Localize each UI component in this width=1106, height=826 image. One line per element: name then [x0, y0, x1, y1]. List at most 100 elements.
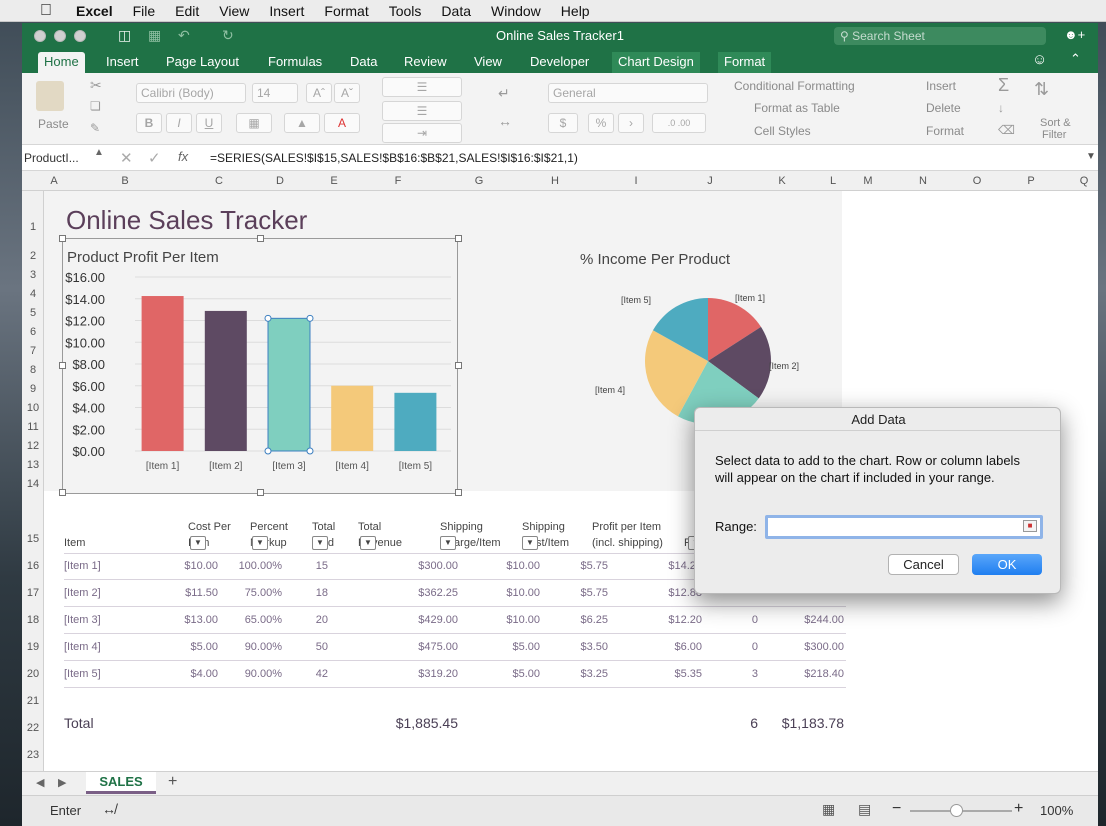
font-family-select[interactable]: Calibri (Body)	[136, 83, 246, 103]
column-header-o[interactable]: O	[950, 175, 1004, 187]
add-sheet-button[interactable]: +	[168, 773, 177, 791]
bar[interactable]	[331, 385, 374, 451]
cell-styles-button[interactable]: Cell Styles	[754, 124, 811, 138]
font-color-icon[interactable]: A	[324, 113, 360, 133]
table-cell[interactable]: 3	[704, 668, 758, 680]
column-header-f[interactable]: F	[358, 175, 438, 187]
table-cell[interactable]: $5.00	[460, 668, 540, 680]
row-header[interactable]: 15	[22, 533, 44, 545]
table-cell[interactable]: $429.00	[330, 614, 458, 626]
row-header[interactable]: 14	[22, 478, 44, 490]
table-cell[interactable]: $5.00	[460, 641, 540, 653]
zoom-out-icon[interactable]: −	[892, 800, 901, 818]
font-size-select[interactable]: 14	[252, 83, 298, 103]
apple-icon[interactable]: 	[40, 2, 60, 20]
menu-format[interactable]: Format	[324, 3, 368, 19]
column-header-j[interactable]: J	[682, 175, 738, 187]
resize-handle[interactable]	[59, 235, 66, 242]
table-cell[interactable]: $300.00	[330, 560, 458, 572]
cancel-edit-icon[interactable]: ✕	[120, 149, 133, 167]
function-icon[interactable]: fx	[178, 149, 188, 164]
table-cell[interactable]: $10.00	[460, 587, 540, 599]
table-cell[interactable]: $475.00	[330, 641, 458, 653]
bold-button[interactable]: B	[136, 113, 162, 133]
table-cell[interactable]: [Item 3]	[64, 614, 164, 626]
table-cell[interactable]: $5.75	[542, 587, 608, 599]
share-icon[interactable]: ☻+	[1064, 27, 1085, 42]
format-as-table-button[interactable]: Format as Table	[754, 101, 840, 115]
bar[interactable]	[204, 310, 247, 451]
row-header[interactable]: 21	[22, 695, 44, 707]
tab-review[interactable]: Review	[398, 52, 453, 73]
row-header[interactable]: 16	[22, 560, 44, 572]
table-cell[interactable]: $14.25	[610, 560, 702, 572]
row-header[interactable]: 19	[22, 641, 44, 653]
tab-developer[interactable]: Developer	[524, 52, 595, 73]
tab-chart-design[interactable]: Chart Design	[612, 52, 700, 73]
selection-handle[interactable]	[264, 314, 272, 322]
conditional-formatting-button[interactable]: Conditional Formatting	[734, 79, 855, 93]
selection-handle[interactable]	[264, 447, 272, 455]
resize-handle[interactable]	[59, 489, 66, 496]
row-header[interactable]: 13	[22, 459, 44, 471]
row-header[interactable]: 4	[22, 288, 44, 300]
table-cell[interactable]: [Item 5]	[64, 668, 164, 680]
column-header-k[interactable]: K	[738, 175, 826, 187]
ok-button[interactable]: OK	[972, 554, 1042, 575]
table-cell[interactable]: 20	[284, 614, 328, 626]
sheet-tab-sales[interactable]: SALES	[86, 772, 156, 794]
italic-button[interactable]: I	[166, 113, 192, 133]
fill-icon[interactable]: ↓	[998, 101, 1004, 115]
table-cell[interactable]: $12.20	[610, 614, 702, 626]
column-header-g[interactable]: G	[438, 175, 520, 187]
tab-format[interactable]: Format	[718, 52, 772, 73]
row-header[interactable]: 11	[22, 421, 44, 433]
table-cell[interactable]: [Item 1]	[64, 560, 164, 572]
align-top-icon[interactable]: ☰	[382, 77, 462, 97]
table-cell[interactable]: $10.00	[460, 560, 540, 572]
table-cell[interactable]: 65.00%	[220, 614, 282, 626]
filter-dropdown-icon[interactable]: ▼	[522, 536, 538, 550]
tab-home[interactable]: Home	[38, 52, 85, 73]
table-cell[interactable]: 100.00%	[220, 560, 282, 572]
resize-handle[interactable]	[455, 489, 462, 496]
wrap-text-icon[interactable]: ↵	[498, 85, 510, 102]
clear-icon[interactable]: ⌫	[998, 123, 1015, 137]
column-header-m[interactable]: M	[840, 175, 896, 187]
table-cell[interactable]: $362.25	[330, 587, 458, 599]
row-header[interactable]: 22	[22, 722, 44, 734]
menu-file[interactable]: File	[133, 3, 156, 19]
resize-handle[interactable]	[455, 235, 462, 242]
bar[interactable]	[141, 296, 184, 451]
row-header[interactable]: 8	[22, 364, 44, 376]
menu-data[interactable]: Data	[441, 3, 471, 19]
bar[interactable]	[267, 317, 311, 452]
menu-view[interactable]: View	[219, 3, 249, 19]
column-header-i[interactable]: I	[590, 175, 682, 187]
increase-font-icon[interactable]: Aˆ	[306, 83, 332, 103]
table-cell[interactable]: $319.20	[330, 668, 458, 680]
format-cells-button[interactable]: Format	[926, 124, 964, 138]
row-header[interactable]: 7	[22, 345, 44, 357]
normal-view-icon[interactable]: ▦	[822, 801, 835, 818]
name-box[interactable]: ProductI...	[24, 149, 104, 167]
row-header[interactable]: 6	[22, 326, 44, 338]
collapse-range-icon[interactable]: ■	[1023, 520, 1037, 532]
bar-chart[interactable]: Product Profit Per Item $0.00 $2.00 $4.00 $…	[62, 238, 458, 494]
table-cell[interactable]: $5.00	[164, 641, 218, 653]
row-header[interactable]: 1	[22, 221, 44, 233]
filter-dropdown-icon[interactable]: ▼	[190, 536, 206, 550]
currency-button[interactable]: $	[548, 113, 578, 133]
table-cell[interactable]: 90.00%	[220, 668, 282, 680]
table-cell[interactable]: $3.25	[542, 668, 608, 680]
table-cell[interactable]: [Item 2]	[64, 587, 164, 599]
table-cell[interactable]: $10.00	[164, 560, 218, 572]
menu-tools[interactable]: Tools	[389, 3, 422, 19]
tab-formulas[interactable]: Formulas	[262, 52, 328, 73]
column-header-p[interactable]: P	[1004, 175, 1058, 187]
tab-data[interactable]: Data	[344, 52, 383, 73]
bar[interactable]	[394, 392, 437, 451]
column-header-a[interactable]: A	[46, 175, 62, 187]
table-cell[interactable]: 75.00%	[220, 587, 282, 599]
table-cell[interactable]: [Item 4]	[64, 641, 164, 653]
